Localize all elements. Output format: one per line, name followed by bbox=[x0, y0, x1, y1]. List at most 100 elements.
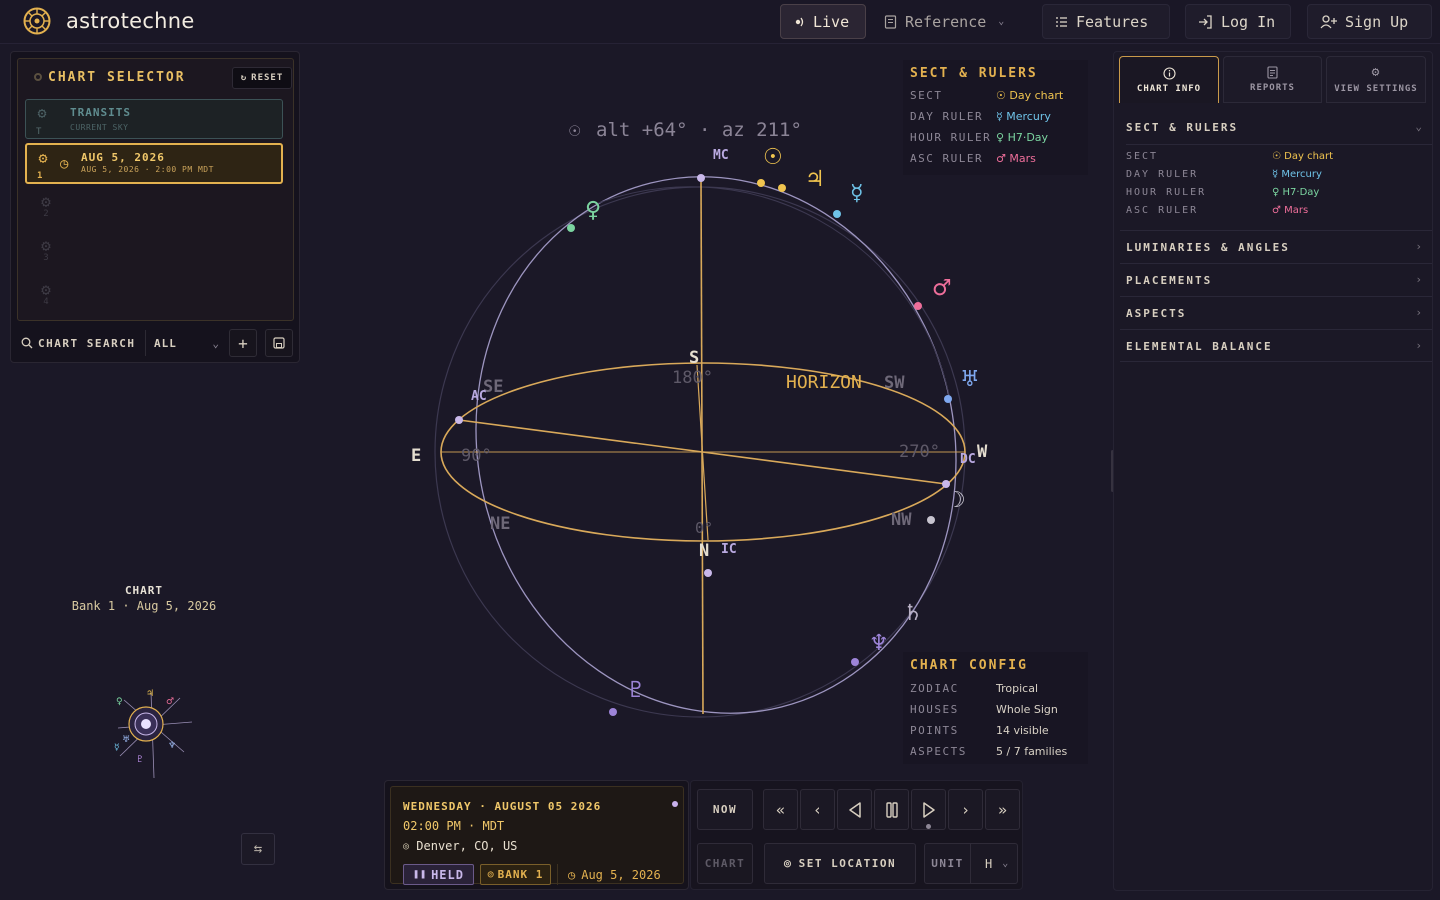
asc-ruler-key: ASC RULER bbox=[1126, 205, 1199, 216]
section-aspects[interactable]: ASPECTS › bbox=[1120, 296, 1432, 329]
asc-ruler-row: ASC RULER ♂ Mars bbox=[1126, 205, 1426, 216]
pluto-point[interactable] bbox=[609, 708, 617, 716]
uranus-point[interactable] bbox=[944, 395, 952, 403]
section-title: ELEMENTAL BALANCE bbox=[1126, 340, 1273, 353]
mars-icon: ♂ bbox=[1272, 205, 1281, 216]
aspects-value: 5 / 7 families bbox=[996, 745, 1068, 758]
rewind-fast-button[interactable]: « bbox=[763, 789, 798, 830]
cardinal-east: E bbox=[411, 446, 421, 466]
logo-icon bbox=[23, 7, 51, 35]
pause-button[interactable] bbox=[874, 789, 909, 830]
sun-point[interactable] bbox=[757, 179, 765, 187]
slot-3-empty[interactable]: ⚙ 3 bbox=[35, 236, 57, 263]
gear-icon: ⚙ bbox=[1371, 65, 1381, 80]
dc-point[interactable] bbox=[942, 480, 950, 488]
ic-point[interactable] bbox=[704, 569, 712, 577]
day-ruler-key: DAY RULER bbox=[1126, 169, 1199, 180]
slot-number: T bbox=[36, 127, 42, 137]
tab-chart-info[interactable]: CHART INFO bbox=[1119, 56, 1219, 103]
chevron-right-icon: › bbox=[1415, 306, 1424, 319]
slot-number: 2 bbox=[43, 209, 49, 219]
set-location-button[interactable]: ⌾ SET LOCATION bbox=[764, 843, 916, 884]
houses-key: HOUSES bbox=[910, 703, 959, 716]
now-button[interactable]: NOW bbox=[697, 789, 753, 830]
unit-select[interactable]: UNIT H ⌄ bbox=[924, 843, 1018, 884]
section-elemental-balance[interactable]: ELEMENTAL BALANCE › bbox=[1120, 329, 1432, 362]
neptune-point[interactable] bbox=[851, 658, 859, 666]
bank-badge[interactable]: ◎ BANK 1 bbox=[480, 864, 551, 885]
clock-icon: ◷ bbox=[568, 867, 576, 882]
moon-point[interactable] bbox=[927, 516, 935, 524]
tab-reports[interactable]: REPORTS bbox=[1223, 56, 1322, 103]
slot-number: 3 bbox=[43, 253, 49, 263]
brand[interactable]: astrotechne bbox=[22, 6, 195, 36]
chart-selector: CHART SELECTOR ↻ RESET ⚙ T TRANSITS CURRE… bbox=[10, 51, 300, 363]
chevron-left-icon: ‹ bbox=[812, 800, 823, 819]
degree-0: 0° bbox=[695, 519, 713, 537]
info-icon bbox=[1162, 66, 1176, 80]
now-label: NOW bbox=[712, 803, 738, 816]
save-chart-button[interactable] bbox=[265, 329, 293, 357]
book-icon bbox=[884, 14, 897, 29]
intercardinal-sw: SW bbox=[884, 373, 905, 393]
svg-text:☿: ☿ bbox=[114, 743, 120, 753]
play-reverse-button[interactable] bbox=[837, 789, 872, 830]
mercury-point[interactable] bbox=[833, 210, 841, 218]
houses-value: Whole Sign bbox=[996, 703, 1058, 716]
venus-glyph: ♀ bbox=[585, 198, 601, 223]
location-value: Denver, CO, US bbox=[416, 839, 518, 853]
plus-icon: + bbox=[238, 333, 248, 353]
asc-ruler-value: ♂ Mars bbox=[996, 152, 1036, 165]
pause-icon bbox=[885, 801, 898, 818]
horizon-label: HORIZON bbox=[786, 372, 862, 393]
mars-point[interactable] bbox=[914, 302, 922, 310]
step-back-button[interactable]: ‹ bbox=[800, 789, 835, 830]
section-luminaries-angles[interactable]: LUMINARIES & ANGLES › bbox=[1120, 230, 1432, 263]
angle-dc: DC bbox=[960, 452, 976, 467]
section-placements[interactable]: PLACEMENTS › bbox=[1120, 263, 1432, 296]
houses-row: HOUSES Whole Sign bbox=[910, 703, 1090, 716]
tab-view-settings[interactable]: ⚙ VIEW SETTINGS bbox=[1326, 56, 1426, 103]
live-button[interactable]: Live bbox=[780, 4, 866, 39]
reset-button[interactable]: ↻ RESET bbox=[232, 67, 292, 89]
slot-4-empty[interactable]: ⚙ 4 bbox=[35, 280, 57, 307]
filter-select[interactable]: ALL ⌄ bbox=[146, 337, 220, 350]
slot-2-empty[interactable]: ⚙ 2 bbox=[35, 192, 57, 219]
chevron-down-icon: ⌄ bbox=[998, 16, 1005, 27]
held-badge[interactable]: ❚❚ HELD bbox=[403, 864, 474, 885]
step-forward-button[interactable]: › bbox=[948, 789, 983, 830]
chevron-right-icon: › bbox=[960, 800, 971, 819]
mercury-icon: ☿ bbox=[1272, 169, 1279, 180]
slot-1-active[interactable]: ⚙ 1 ◷ AUG 5, 2026 AUG 5, 2026 · 2:00 PM … bbox=[25, 143, 283, 184]
add-chart-button[interactable]: + bbox=[229, 329, 257, 357]
mini-chart-wheel[interactable]: ♀ ♂ ♃ ☿ ♆ ♇ ♅ bbox=[106, 686, 196, 782]
chart-mode-button[interactable]: CHART bbox=[697, 843, 753, 884]
cardinal-north: N bbox=[699, 541, 709, 561]
chevron-down-icon: ⌄ bbox=[1415, 120, 1424, 133]
chart-search-button[interactable]: CHART SEARCH bbox=[21, 337, 145, 350]
mc-point[interactable] bbox=[697, 174, 705, 182]
ac-point[interactable] bbox=[455, 416, 463, 424]
sect-value-text: Day chart bbox=[1009, 89, 1064, 102]
swap-button[interactable]: ⇆ bbox=[241, 833, 275, 865]
section-sect-rulers[interactable]: SECT & RULERS ⌄ SECT ☉ Day chart DAY RULE… bbox=[1120, 112, 1432, 230]
signup-button[interactable]: Sign Up bbox=[1307, 4, 1432, 39]
reference-menu[interactable]: Reference ⌄ bbox=[872, 4, 1026, 39]
slot-transits[interactable]: ⚙ T TRANSITS CURRENT SKY bbox=[25, 99, 283, 139]
forward-fast-button[interactable]: » bbox=[985, 789, 1020, 830]
hour-ruler-row: HOUR RULER ♀ H7·Day bbox=[910, 131, 1090, 144]
datetime-card[interactable]: WEDNESDAY · AUGUST 05 2026 02:00 PM · MD… bbox=[390, 786, 684, 885]
app-name: astrotechne bbox=[66, 9, 195, 33]
sect-key: SECT bbox=[1126, 151, 1159, 162]
aspects-key: ASPECTS bbox=[910, 745, 967, 758]
features-button[interactable]: Features bbox=[1042, 4, 1170, 39]
venus-point[interactable] bbox=[567, 224, 575, 232]
jupiter-glyph: ♃ bbox=[805, 167, 825, 192]
points-key: POINTS bbox=[910, 724, 959, 737]
jupiter-point[interactable] bbox=[778, 184, 786, 192]
chart-search-bar: CHART SEARCH ALL ⌄ bbox=[21, 329, 229, 357]
live-label: Live bbox=[813, 12, 850, 31]
login-button[interactable]: Log In bbox=[1185, 4, 1291, 39]
bank-label: BANK 1 bbox=[497, 868, 544, 881]
day-ruler-value-text: Mercury bbox=[1006, 110, 1051, 123]
